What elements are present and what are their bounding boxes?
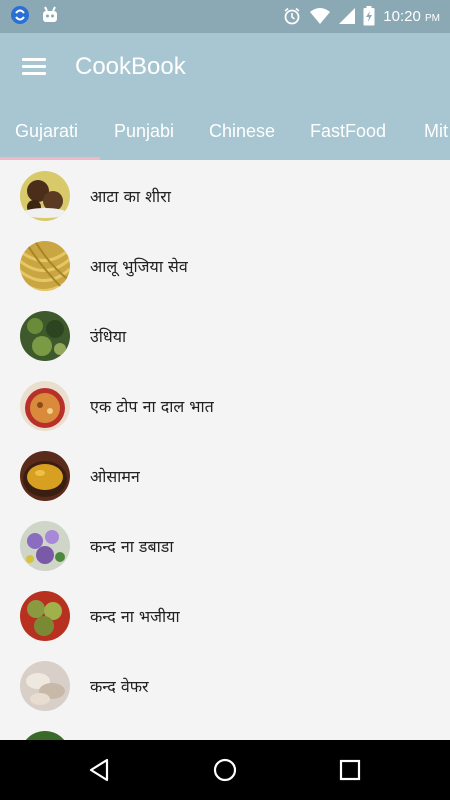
status-bar: 10:20 PM (0, 0, 450, 33)
list-item[interactable] (0, 720, 450, 740)
clock-time: 10:20 (383, 7, 421, 25)
recipe-thumbnail (20, 521, 70, 571)
recipe-name: आलू भुजिया सेव (90, 257, 188, 276)
recipe-thumbnail (20, 381, 70, 431)
tab-fastfood[interactable]: FastFood (310, 121, 386, 142)
tab-chinese[interactable]: Chinese (209, 121, 275, 142)
clock: 10:20 PM (383, 8, 440, 25)
recipe-name: एक टोप ना दाल भात (90, 397, 214, 416)
home-icon[interactable] (210, 755, 240, 785)
notification-icons (10, 5, 60, 25)
recipe-name: ओसामन (90, 467, 140, 486)
recipe-list[interactable]: आटा का शीरा आलू भुजिया सेव उंधिया एक टोप… (0, 160, 450, 740)
app-bar: CookBook Gujarati Punjabi Chinese FastFo… (0, 33, 450, 160)
recipe-thumbnail (20, 591, 70, 641)
wifi-icon (310, 8, 331, 24)
recipe-name: कन्द ना डबाडा (90, 537, 174, 556)
clock-ampm: PM (425, 12, 440, 24)
tab-punjabi[interactable]: Punjabi (114, 121, 174, 142)
list-item[interactable]: कन्द ना डबाडा (0, 510, 450, 580)
battery-charging-icon (363, 6, 375, 26)
hamburger-menu-icon[interactable] (22, 55, 48, 77)
recipe-thumbnail (20, 731, 70, 740)
tab-gujarati[interactable]: Gujarati (15, 121, 78, 142)
recipe-thumbnail (20, 451, 70, 501)
recipe-thumbnail (20, 241, 70, 291)
app-title: CookBook (75, 53, 186, 80)
recipe-name: कन्द वेफर (90, 677, 149, 696)
list-item[interactable]: आलू भुजिया सेव (0, 230, 450, 300)
list-item[interactable]: ओसामन (0, 440, 450, 510)
recipe-thumbnail (20, 171, 70, 221)
list-item[interactable]: एक टोप ना दाल भात (0, 370, 450, 440)
recipe-thumbnail (20, 311, 70, 361)
category-tabs: Gujarati Punjabi Chinese FastFood Mit (0, 115, 450, 160)
recipe-name: आटा का शीरा (90, 187, 171, 206)
list-item[interactable]: उंधिया (0, 300, 450, 370)
sync-icon (11, 6, 29, 24)
recipe-thumbnail (20, 661, 70, 711)
recents-icon[interactable] (335, 755, 365, 785)
back-icon[interactable] (85, 755, 115, 785)
android-debug-icon (43, 6, 57, 22)
navigation-bar (0, 740, 450, 800)
tab-mit[interactable]: Mit (424, 121, 448, 142)
alarm-icon (284, 7, 300, 25)
list-item[interactable]: आटा का शीरा (0, 160, 450, 230)
list-item[interactable]: कन्द ना भजीया (0, 580, 450, 650)
system-status: 10:20 PM (283, 6, 440, 26)
recipe-name: उंधिया (90, 327, 127, 346)
list-item[interactable]: कन्द वेफर (0, 650, 450, 720)
signal-icon (339, 8, 356, 24)
recipe-name: कन्द ना भजीया (90, 607, 180, 626)
